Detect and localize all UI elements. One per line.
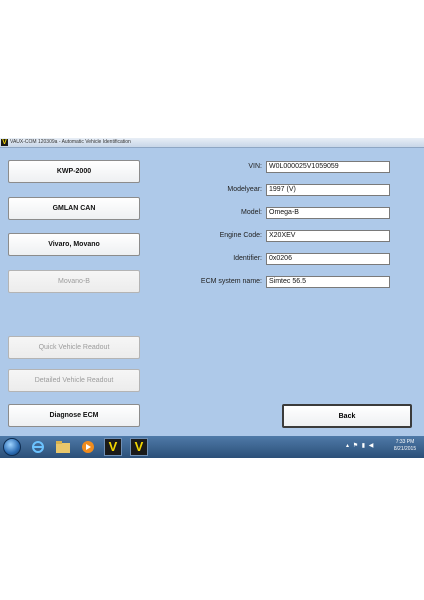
- title-bar[interactable]: V VAUX-COM 120309a - Automatic Vehicle I…: [0, 138, 424, 148]
- engine-code-field[interactable]: X20XEV: [266, 230, 390, 242]
- identifier-field[interactable]: 0x0206: [266, 253, 390, 265]
- windows-start-icon[interactable]: [3, 438, 21, 456]
- vin-label: VIN:: [248, 163, 262, 170]
- tray-volume-icon[interactable]: ◀: [369, 443, 375, 449]
- clock-date: 8/21/2015: [393, 446, 417, 452]
- window-title: VAUX-COM 120309a - Automatic Vehicle Ide…: [10, 139, 131, 145]
- back-button[interactable]: Back: [282, 404, 412, 428]
- vaux-com-window: V VAUX-COM 120309a - Automatic Vehicle I…: [0, 138, 424, 436]
- engine-code-label: Engine Code:: [219, 232, 262, 239]
- modelyear-label: Modelyear:: [227, 186, 262, 193]
- vauxcom-taskbar-icon[interactable]: V: [104, 438, 122, 456]
- vauxcom-taskbar-icon-2[interactable]: V: [130, 438, 148, 456]
- modelyear-field[interactable]: 1997 (V): [266, 184, 390, 196]
- media-player-icon[interactable]: [80, 439, 96, 455]
- detailed-vehicle-readout-button[interactable]: Detailed Vehicle Readout: [8, 369, 140, 392]
- ecm-system-name-label: ECM system name:: [200, 278, 262, 285]
- ecm-system-name-field[interactable]: Simtec 56.5: [266, 276, 390, 288]
- tray-arrow-icon[interactable]: ▴: [346, 443, 350, 449]
- clock[interactable]: 7:33 PM 8/21/2015: [388, 439, 422, 453]
- quick-vehicle-readout-button[interactable]: Quick Vehicle Readout: [8, 336, 140, 359]
- tray-flag-icon[interactable]: ⚑: [353, 443, 359, 449]
- identifier-label: Identifier:: [233, 255, 262, 262]
- tray-network-icon[interactable]: ▮: [362, 443, 366, 449]
- model-field[interactable]: Omega-B: [266, 207, 390, 219]
- internet-explorer-icon[interactable]: [30, 439, 46, 455]
- diagnose-ecm-button[interactable]: Diagnose ECM: [8, 404, 140, 427]
- clock-time: 7:33 PM: [395, 439, 415, 445]
- vin-field[interactable]: W0L000025V1059059: [266, 161, 390, 173]
- vauxcom-logo-icon: V: [1, 139, 8, 146]
- taskbar: V V ▴ ⚑ ▮ ◀ 7:33 PM 8/21/2015: [0, 436, 424, 458]
- system-tray[interactable]: ▴ ⚑ ▮ ◀: [346, 442, 374, 449]
- file-explorer-icon[interactable]: [55, 439, 71, 455]
- model-label: Model:: [240, 209, 262, 216]
